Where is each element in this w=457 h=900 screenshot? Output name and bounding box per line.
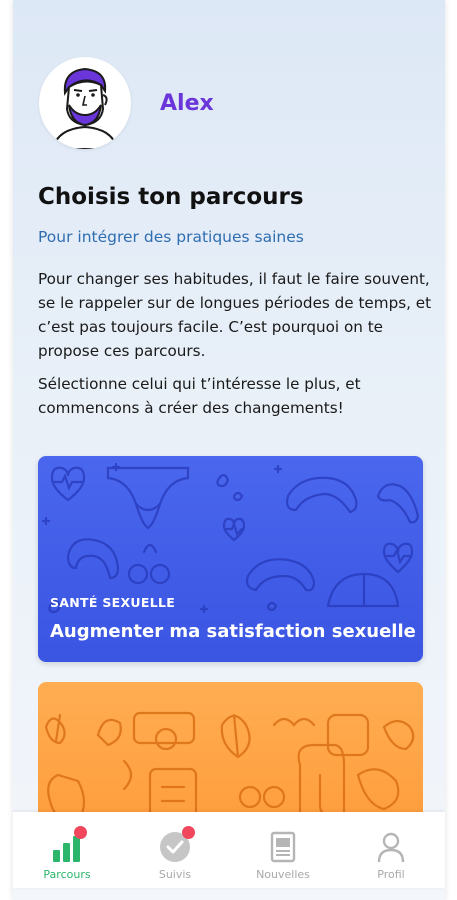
bar-chart-icon <box>50 826 87 864</box>
page-title: Choisis ton parcours <box>38 184 304 210</box>
avatar[interactable] <box>39 57 131 149</box>
tab-suivis[interactable]: Suivis <box>125 812 225 888</box>
card-title: Augmenter ma satisfaction sexuelle <box>50 621 416 642</box>
tab-nouvelles[interactable]: Nouvelles <box>233 812 333 888</box>
profile-header: Alex <box>39 57 214 149</box>
notification-badge <box>182 826 195 839</box>
bottom-tab-bar: Parcours Suivis Nouvelles Profil <box>13 812 445 888</box>
profile-name: Alex <box>160 90 214 116</box>
tab-label: Parcours <box>43 868 91 881</box>
tab-label: Nouvelles <box>256 868 310 881</box>
check-circle-icon <box>158 826 195 864</box>
tab-label: Profil <box>377 868 405 881</box>
card-category: SANTÉ SEXUELLE <box>50 595 176 610</box>
app-screen: Alex Choisis ton parcours Pour intégrer … <box>13 0 445 900</box>
notification-badge <box>74 826 87 839</box>
tab-label: Suivis <box>158 868 192 881</box>
page-subtitle: Pour intégrer des pratiques saines <box>38 228 304 246</box>
intro-instruction: Sélectionne celui qui t’intéresse le plu… <box>38 375 361 417</box>
newspaper-icon <box>266 830 300 864</box>
person-icon <box>374 830 408 864</box>
path-card-sexual-health[interactable]: SANTÉ SEXUELLE Augmenter ma satisfaction… <box>38 456 423 662</box>
avatar-illustration-icon <box>51 67 119 149</box>
tab-profil[interactable]: Profil <box>341 812 441 888</box>
tab-parcours[interactable]: Parcours <box>17 812 117 888</box>
intro-paragraph: Pour changer ses habitudes, il faut le f… <box>38 270 432 360</box>
